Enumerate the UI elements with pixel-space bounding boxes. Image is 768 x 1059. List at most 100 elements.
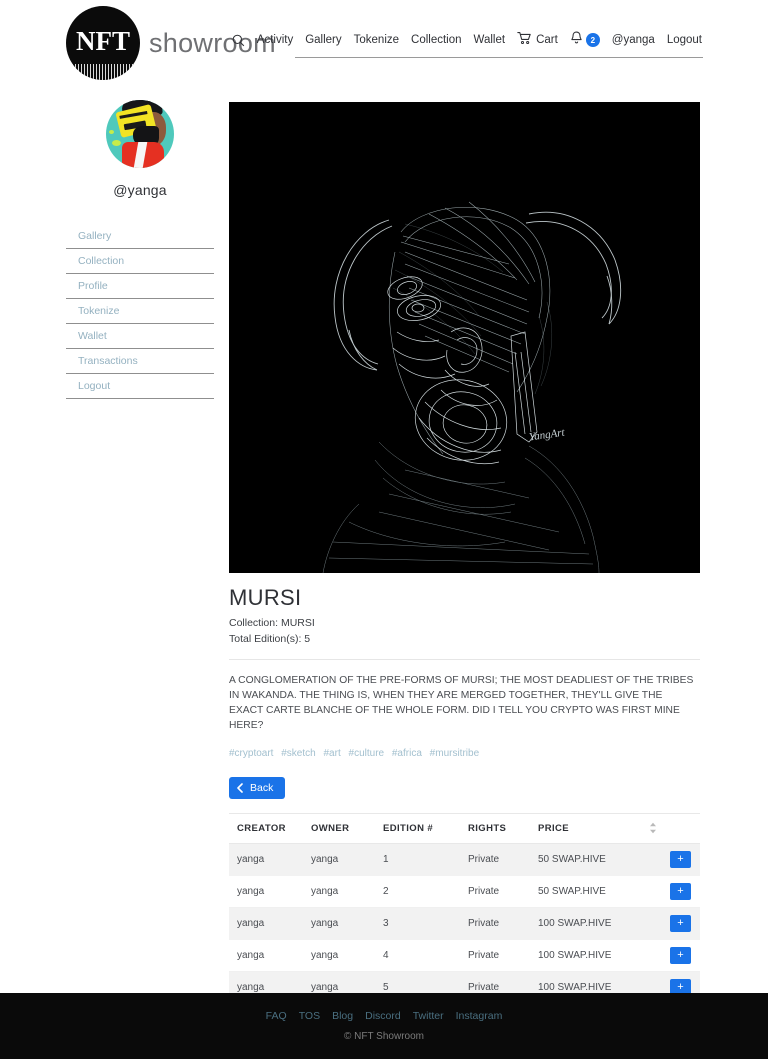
cell-action: + (668, 915, 700, 933)
add-to-cart-button[interactable]: + (670, 915, 691, 933)
chevron-left-icon (236, 782, 244, 793)
table-row[interactable]: yanga yanga 4 Private 100 SWAP.HIVE + (229, 939, 700, 972)
copyright-text: © NFT Showroom (344, 1031, 424, 1042)
cell-action: + (668, 882, 700, 900)
back-button-label: Back (250, 781, 274, 794)
nft-logo-mark: NFT (66, 6, 140, 80)
cell-edition: 3 (383, 918, 389, 930)
cell-action: + (668, 946, 700, 964)
footer-link-twitter[interactable]: Twitter (413, 1010, 444, 1022)
cell-price: 100 SWAP.HIVE (538, 918, 612, 930)
notification-badge: 2 (585, 33, 600, 47)
cell-edition: 1 (383, 854, 389, 866)
cell-price: 50 SWAP.HIVE (538, 885, 606, 897)
nav-item-user-handle[interactable]: @yanga (612, 34, 655, 46)
artwork-image[interactable]: YangArt (229, 102, 700, 573)
add-to-cart-button[interactable]: + (670, 882, 691, 900)
table-row[interactable]: yanga yanga 2 Private 50 SWAP.HIVE + (229, 875, 700, 908)
nav-cart-label: Cart (536, 34, 558, 46)
sidebar-item-collection[interactable]: Collection (66, 249, 214, 274)
sidebar-item-gallery[interactable]: Gallery (66, 224, 214, 249)
tag-africa[interactable]: #africa (392, 748, 422, 759)
section-divider (229, 659, 700, 660)
cell-rights: Private (468, 982, 500, 994)
avatar[interactable] (106, 100, 174, 168)
cell-owner: yanga (311, 918, 339, 930)
sidebar-handle: @yanga (113, 182, 167, 198)
cell-rights: Private (468, 854, 500, 866)
sidebar-item-wallet[interactable]: Wallet (66, 324, 214, 349)
cell-owner: yanga (311, 982, 339, 994)
tag-list: #cryptoart #sketch #art #culture #africa… (229, 748, 700, 759)
artwork-description: A CONGLOMERATION OF THE PRE-FORMS OF MUR… (229, 675, 694, 731)
footer-link-instagram[interactable]: Instagram (456, 1010, 503, 1022)
bell-icon (570, 31, 583, 50)
table-row[interactable]: yanga yanga 1 Private 50 SWAP.HIVE + (229, 843, 700, 876)
sidebar-menu: Gallery Collection Profile Tokenize Wall… (66, 224, 214, 399)
cell-edition: 4 (383, 949, 389, 961)
site-footer: FAQ TOS Blog Discord Twitter Instagram ©… (0, 993, 768, 1059)
footer-link-tos[interactable]: TOS (299, 1010, 320, 1022)
cell-owner: yanga (311, 854, 339, 866)
cell-rights: Private (468, 885, 500, 897)
footer-link-faq[interactable]: FAQ (266, 1010, 287, 1022)
tag-sketch[interactable]: #sketch (281, 748, 315, 759)
nav-item-wallet[interactable]: Wallet (474, 34, 506, 46)
nft-detail-main: YangArt MURSI Collection: MURSI Total Ed… (229, 102, 700, 1004)
page-title: MURSI (229, 585, 302, 610)
cell-rights: Private (468, 918, 500, 930)
tag-mursitribe[interactable]: #mursitribe (430, 748, 479, 759)
editions-line: Total Edition(s): 5 (229, 633, 311, 645)
table-header-row: CREATOR OWNER EDITION # RIGHTS PRICE (229, 813, 700, 844)
collection-line: Collection: MURSI (229, 617, 315, 629)
cell-creator: yanga (237, 949, 265, 961)
cell-creator: yanga (237, 982, 265, 994)
sort-updown-icon[interactable] (638, 822, 668, 834)
nav-item-cart[interactable]: Cart (517, 31, 558, 50)
footer-link-blog[interactable]: Blog (332, 1010, 353, 1022)
cell-price: 100 SWAP.HIVE (538, 949, 612, 961)
main-nav: Activity Gallery Tokenize Collection Wal… (232, 27, 702, 53)
sidebar-item-profile[interactable]: Profile (66, 274, 214, 299)
add-to-cart-button[interactable]: + (670, 851, 691, 869)
nav-divider (295, 57, 703, 58)
column-header-owner: OWNER (311, 822, 350, 834)
cell-creator: yanga (237, 885, 265, 897)
tag-cryptoart[interactable]: #cryptoart (229, 748, 273, 759)
column-header-price: PRICE (538, 822, 570, 834)
cell-edition: 5 (383, 982, 389, 994)
column-header-creator: CREATOR (237, 822, 286, 834)
sidebar-item-tokenize[interactable]: Tokenize (66, 299, 214, 324)
nav-item-activity[interactable]: Activity (257, 34, 293, 46)
cell-price: 100 SWAP.HIVE (538, 982, 612, 994)
cell-price: 50 SWAP.HIVE (538, 854, 606, 866)
tag-art[interactable]: #art (324, 748, 341, 759)
back-button[interactable]: Back (229, 776, 286, 799)
search-icon[interactable] (232, 34, 245, 47)
nav-item-tokenize[interactable]: Tokenize (354, 34, 399, 46)
cell-edition: 2 (383, 885, 389, 897)
nav-item-collection[interactable]: Collection (411, 34, 462, 46)
cell-creator: yanga (237, 918, 265, 930)
sidebar-item-logout[interactable]: Logout (66, 374, 214, 399)
site-header: NFT showroom Activity Gallery Tokenize C… (0, 0, 768, 85)
cart-icon (517, 31, 532, 50)
nav-item-logout[interactable]: Logout (667, 34, 702, 46)
tag-culture[interactable]: #culture (349, 748, 385, 759)
add-to-cart-button[interactable]: + (670, 946, 691, 964)
footer-links: FAQ TOS Blog Discord Twitter Instagram (260, 1010, 509, 1022)
table-row[interactable]: yanga yanga 3 Private 100 SWAP.HIVE + (229, 907, 700, 940)
cell-creator: yanga (237, 854, 265, 866)
editions-table: CREATOR OWNER EDITION # RIGHTS PRICE yan… (229, 812, 700, 1004)
profile-sidebar: @yanga Gallery Collection Profile Tokeni… (66, 100, 214, 399)
sidebar-item-transactions[interactable]: Transactions (66, 349, 214, 374)
cell-rights: Private (468, 949, 500, 961)
cell-owner: yanga (311, 949, 339, 961)
column-header-rights: RIGHTS (468, 822, 507, 834)
nav-item-notifications[interactable]: 2 (570, 31, 600, 50)
footer-link-discord[interactable]: Discord (365, 1010, 401, 1022)
logo-text: NFT (76, 25, 130, 56)
nav-item-gallery[interactable]: Gallery (305, 34, 341, 46)
column-header-edition: EDITION # (383, 822, 434, 834)
cell-owner: yanga (311, 885, 339, 897)
